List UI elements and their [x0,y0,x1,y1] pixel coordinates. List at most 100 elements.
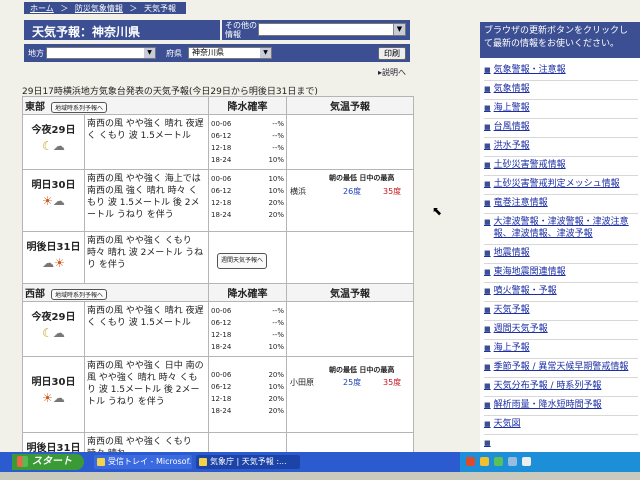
pop-cell: 00-06 10% 06-12 10% 12-18 20% 18-24 20% [208,169,287,232]
city-name: 横浜 [290,187,306,196]
bullet-icon: ■ [484,85,491,93]
bullet-icon: ■ [484,306,491,314]
sidebar-link[interactable]: ■ 天気分布予報 / 時系列予報 [484,378,638,397]
bullet-icon: ■ [484,401,491,409]
tray-icon[interactable] [480,457,489,466]
help-link-label: 説明へ [382,68,407,77]
start-button[interactable]: スタート [12,454,84,470]
pop-cell: 00-06 --% 06-12 --% 12-18 --% 18-24 10% [208,114,287,170]
sidebar-link[interactable]: ■ 竜巻注意情報 [484,195,638,214]
other-info-select[interactable]: ▼ [258,23,406,36]
other-info-box: その他の情報 ▼ [222,20,410,40]
bullet-icon: ■ [484,363,491,371]
sidebar-link[interactable]: ■ 解析雨量・降水短時間予報 [484,397,638,416]
table-row: 明後日31日 ☁☀ 南西の風 やや強く くもり 時々 晴れ 波 2メートル うねり… [22,231,414,284]
sidebar-link[interactable]: ■ 海上警報 [484,100,638,119]
monitor-bezel [0,472,640,480]
chevron-down-icon: ▼ [393,24,405,35]
bullet-icon: ■ [484,382,491,390]
day-cell: 明日30日 ☀☁ [22,356,85,433]
day-cell: 明後日31日 ☁☀ [22,231,85,284]
table-header-east: 東部 地域時系列予報へ 降水確率 気温予報 [22,96,414,115]
tray-icon[interactable] [494,457,503,466]
sidebar-link[interactable]: ■ 気象情報 [484,81,638,100]
sidebar-link[interactable]: ■ 土砂災害警戒判定メッシュ情報 [484,176,638,195]
max-temp: 35度 [383,378,402,387]
temp-cell [286,114,414,170]
bullet-icon: ■ [484,439,491,447]
sidebar-link[interactable]: ■ 週間天気予報 [484,321,638,340]
weather-icons: ☁☀ [23,256,84,270]
day-name: 明後日31日 [26,242,81,253]
day-cell: 明日30日 ☀☁ [22,169,85,232]
alert-icon[interactable] [466,457,475,466]
weekly-forecast-button[interactable]: 地域時系列予報へ [51,102,108,113]
temp-cell [286,301,414,357]
network-icon[interactable] [508,457,517,466]
table-row: 今夜29日 ☾☁ 南西の風 やや強く 晴れ 夜遅く くもり 波 1.5メートル 0… [22,301,414,357]
sidebar-link[interactable]: ■ 気象警報・注意報 [484,62,638,81]
weather-icons: ☾☁ [23,139,84,153]
weekly-forecast-button[interactable]: 地域時系列予報へ [51,289,108,300]
pop-cell [208,432,287,452]
prefecture-select[interactable]: 神奈川県 ▼ [188,47,272,59]
sidebar-link[interactable]: ■ 季節予報 / 異常天候早期警戒情報 [484,359,638,378]
weather-desc: 南西の風 やや強く 日中 南の風 やや強く 晴れ 時々 くもり 波 1.5メート… [84,356,209,433]
weather-desc: 南西の風 やや強く くもり 時々 晴れ 波 2メートル うねり を伴う [84,231,209,284]
max-temp: 35度 [383,187,402,196]
chevron-down-icon: ▼ [260,48,271,58]
sidebar-link[interactable]: ■ 天気予報 [484,302,638,321]
sidebar-link[interactable]: ■ 台風情報 [484,119,638,138]
bullet-icon: ■ [484,123,491,131]
temp-cell [286,432,414,452]
temp-header: 気温予報 [286,96,414,115]
browser-viewport: ホーム ＞ 防災気象情報 ＞ 天気予報 天気予報：神奈川県 その他の情報 ▼ 地… [0,0,640,452]
forecast-table: 東部 地域時系列予報へ 降水確率 気温予報 今夜29日 ☾☁ 南西の風 やや強く 晴… [22,96,414,452]
weather-icons: ☾☁ [23,326,84,340]
windows-logo-icon [17,456,28,467]
weather-icons: ☀☁ [23,391,84,405]
region-header-cell: 西部 地域時系列予報へ [22,283,209,302]
volume-icon[interactable] [522,457,531,466]
bullet-icon: ■ [484,287,491,295]
sidebar: ブラウザの更新ボタンをクリックして最新の情報をお使いください。 ■ 気象警報・注意… [480,22,640,452]
page-title: 天気予報：神奈川県 [24,20,220,40]
region-name: 西部 [25,289,45,300]
sidebar-link[interactable]: ■ 噴火警報・予報 [484,283,638,302]
day-cell: 今夜29日 ☾☁ [22,114,85,170]
sidebar-link[interactable]: ■ [484,435,638,452]
weather-desc: 南西の風 やや強く くもり 時々 晴れ [84,432,209,452]
cloud-icon: ☁ [52,139,65,153]
bullet-icon: ■ [484,249,491,257]
sidebar-link[interactable]: ■ 洪水予報 [484,138,638,157]
other-info-label: その他の情報 [225,21,257,39]
sidebar-link[interactable]: ■ 大津波警報・津波警報・津波注意報、津波情報、津波予報 [484,214,638,245]
breadcrumb-disaster-link[interactable]: 防災気象情報 [75,4,123,13]
weather-desc: 南西の風 やや強く 晴れ 夜遅く くもり 波 1.5メートル [84,114,209,170]
sidebar-link[interactable]: ■ 海上予報 [484,340,638,359]
print-button[interactable]: 印刷 [378,47,406,60]
sidebar-link[interactable]: ■ 天気図 [484,416,638,435]
taskbar: スタート 受信トレイ - Microsof... 気象庁 | 天気予報 :... [0,452,640,472]
help-link[interactable]: ▸説明へ [378,67,406,78]
taskbar-item[interactable]: 受信トレイ - Microsof... [94,455,192,469]
table-row: 明日30日 ☀☁ 南西の風 やや強く 海上では 南西の風 強く 晴れ 時々 くもり… [22,169,414,232]
sidebar-link[interactable]: ■ 東海地震関連情報 [484,264,638,283]
weather-icons: ☀☁ [23,194,84,208]
day-cell: 明後日31日 [22,432,85,452]
region-select[interactable]: ▼ [46,47,156,59]
start-label: スタート [32,456,72,467]
min-temp: 26度 [343,187,362,196]
breadcrumb: ホーム ＞ 防災気象情報 ＞ 天気予報 [24,2,186,14]
sidebar-notice: ブラウザの更新ボタンをクリックして最新の情報をお使いください。 [480,22,640,58]
prefecture-value: 神奈川県 [192,48,224,57]
sidebar-link-list: ■ 気象警報・注意報 ■ 気象情報 ■ 海上警報 ■ 台風情報 ■ 洪水予報 ■ 土砂災害警… [480,58,640,452]
breadcrumb-home-link[interactable]: ホーム [30,4,54,13]
taskbar-item-active[interactable]: 気象庁 | 天気予報 :... [196,455,300,469]
sidebar-link[interactable]: ■ 地震情報 [484,245,638,264]
sidebar-link[interactable]: ■ 土砂災害警戒情報 [484,157,638,176]
sun-icon: ☀ [54,256,65,270]
weekly-forecast-small-button[interactable]: 週間天気予報へ [217,253,268,269]
bullet-icon: ■ [484,180,491,188]
bullet-icon: ■ [484,325,491,333]
